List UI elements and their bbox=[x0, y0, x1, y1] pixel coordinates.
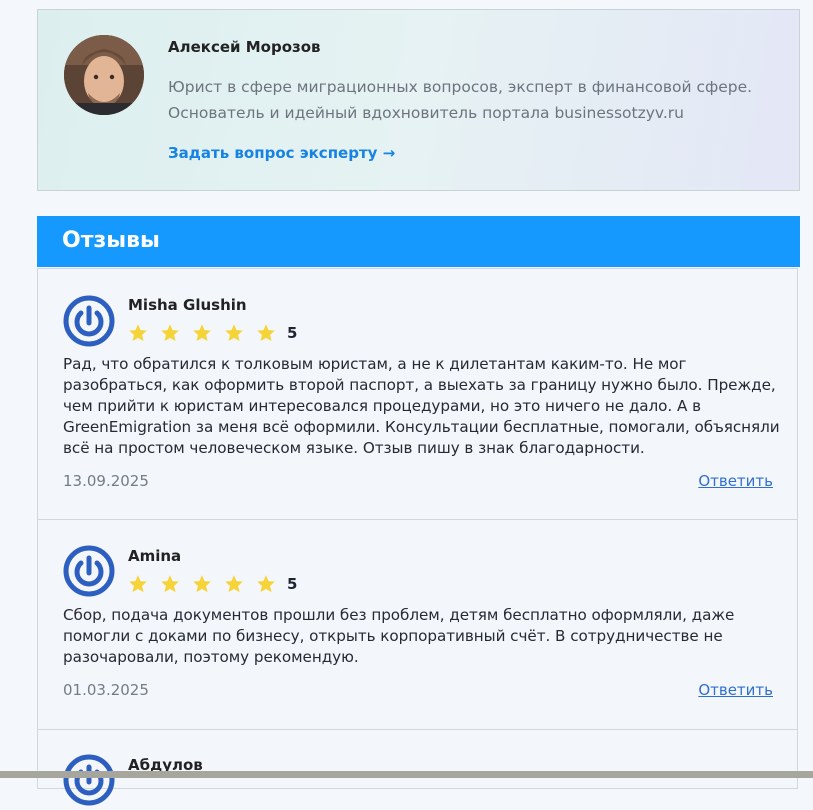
star-icon bbox=[193, 575, 211, 593]
reviews-header: Отзывы bbox=[37, 216, 800, 267]
rating-stars: 5 bbox=[128, 323, 297, 343]
review-item: Абдулов bbox=[37, 729, 798, 806]
author-name: Алексей Морозов bbox=[168, 38, 321, 56]
author-bio: Юрист в сфере миграционных вопросов, экс… bbox=[168, 78, 753, 122]
star-icon bbox=[225, 575, 243, 593]
star-icon bbox=[129, 324, 147, 342]
reviews-title: Отзывы bbox=[62, 228, 160, 253]
star-icon bbox=[257, 575, 275, 593]
review-date: 13.09.2025 bbox=[63, 472, 149, 490]
review-text: Рад, что обратился к толковым юристам, а… bbox=[63, 355, 780, 457]
review-text: Сбор, подача документов прошли без пробл… bbox=[63, 606, 735, 666]
author-card: Алексей Морозов Юрист в сфере миграционн… bbox=[37, 9, 800, 191]
horizontal-scrollbar[interactable] bbox=[0, 771, 813, 778]
rating-stars: 5 bbox=[128, 574, 297, 594]
reply-link[interactable]: Ответить bbox=[698, 472, 773, 490]
reviewer-name: Amina bbox=[128, 547, 182, 565]
star-icon bbox=[129, 575, 147, 593]
power-icon bbox=[63, 295, 115, 347]
reply-link[interactable]: Ответить bbox=[698, 681, 773, 699]
review-item: Amina 5 Сбор, подача документов прошли б… bbox=[37, 519, 798, 730]
power-icon bbox=[63, 754, 115, 806]
rating-value: 5 bbox=[287, 324, 298, 342]
ask-expert-link[interactable]: Задать вопрос эксперту → bbox=[168, 144, 395, 162]
star-icon bbox=[161, 575, 179, 593]
star-icon bbox=[257, 324, 275, 342]
author-avatar bbox=[64, 35, 144, 115]
power-icon bbox=[63, 545, 115, 597]
star-icon bbox=[193, 324, 211, 342]
star-icon bbox=[225, 324, 243, 342]
rating-value: 5 bbox=[287, 575, 298, 593]
review-item: Misha Glushin 5 Рад, что обратился к тол… bbox=[37, 268, 798, 520]
star-icon bbox=[161, 324, 179, 342]
reviewer-name: Misha Glushin bbox=[128, 296, 247, 314]
review-date: 01.03.2025 bbox=[63, 681, 149, 699]
